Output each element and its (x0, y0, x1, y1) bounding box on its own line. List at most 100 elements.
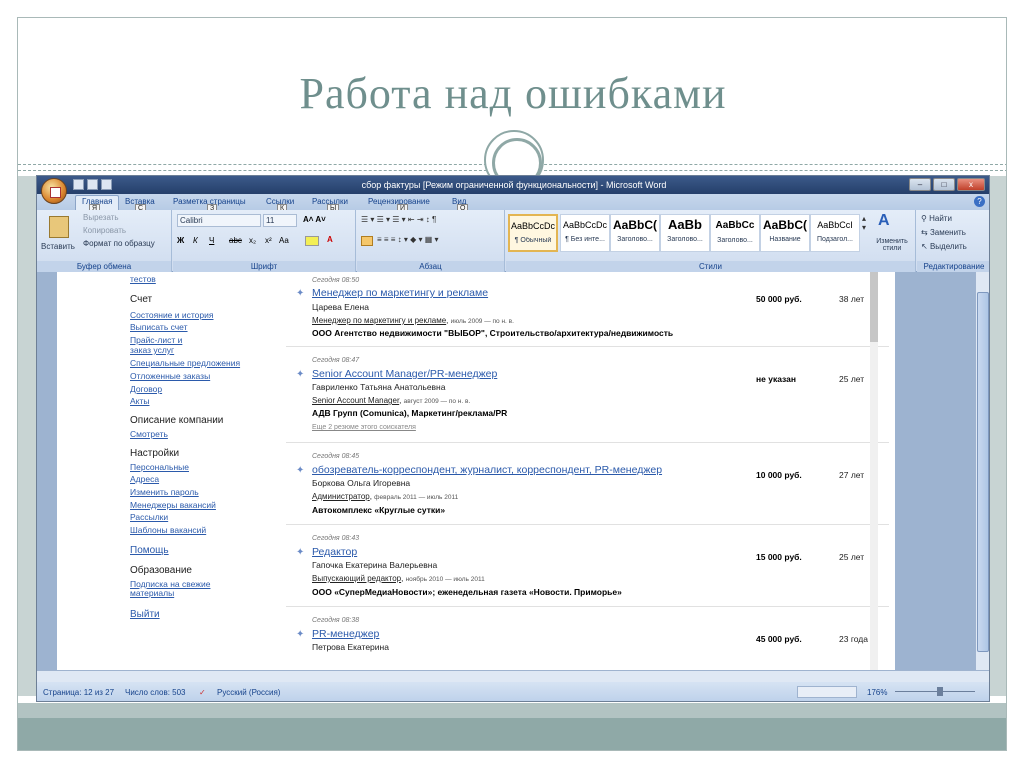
nav-link-offers[interactable]: Специальные предложения (130, 358, 240, 368)
font-name-select[interactable]: Calibri (177, 214, 261, 227)
zoom-level[interactable]: 176% (867, 688, 887, 697)
nav-link-templates[interactable]: Шаблоны вакансий (130, 525, 206, 535)
change-styles-icon[interactable]: A (878, 212, 890, 230)
title-bar: сбор фактуры [Режим ограниченной функцио… (37, 176, 989, 194)
help-icon[interactable]: ? (974, 196, 985, 207)
undo-icon[interactable] (87, 179, 98, 190)
strikethrough-button[interactable]: abc (229, 236, 242, 245)
nav-link-logout[interactable]: Выйти (130, 609, 160, 620)
redo-icon[interactable] (101, 179, 112, 190)
window-controls: – □ x (909, 178, 985, 191)
minimize-button[interactable]: – (909, 178, 931, 191)
page-scrollbar[interactable] (870, 272, 878, 670)
style-name: ¶ Без инте... (565, 236, 605, 243)
resume-title-link[interactable]: Менеджер по маркетингу и рекламе (312, 287, 488, 299)
star-icon[interactable]: ✦ (296, 369, 304, 380)
star-icon[interactable]: ✦ (296, 629, 304, 640)
last-position: Выпускающий редактор, ноябрь 2010 — июль… (312, 574, 485, 583)
align-left-icon[interactable] (361, 236, 373, 246)
last-position: Senior Account Manager, август 2009 — по… (312, 396, 471, 405)
nav-link-deferred[interactable]: Отложенные заказы (130, 371, 210, 381)
word-count[interactable]: Число слов: 503 (125, 688, 185, 697)
cut-button[interactable]: Вырезать (83, 213, 119, 222)
nav-link-help[interactable]: Помощь (130, 545, 169, 556)
nav-link-mailings[interactable]: Рассылки (130, 512, 168, 522)
star-icon[interactable]: ✦ (296, 547, 304, 558)
clipboard-group-label: Буфер обмена (37, 261, 171, 272)
nav-link-invoice[interactable]: Выписать счет (130, 322, 188, 332)
font-size-select[interactable]: 11 (263, 214, 297, 227)
resume-title-link[interactable]: Редактор (312, 546, 357, 558)
style-heading-2[interactable]: AaBb Заголово... (660, 214, 710, 252)
zoom-slider-thumb[interactable] (937, 687, 943, 696)
nav-link-addresses[interactable]: Адреса (130, 474, 159, 484)
save-icon[interactable] (73, 179, 84, 190)
bullets-icon[interactable]: ☰ ▾ ☰ ▾ ☰ ▾ ⇤ ⇥ ↕ ¶ (361, 215, 436, 224)
style-normal[interactable]: AaBbCcDc ¶ Обычный (508, 214, 558, 252)
page-scroll-thumb[interactable] (870, 272, 878, 342)
vertical-scroll-thumb[interactable] (977, 292, 989, 652)
proofing-icon[interactable]: ✓ (199, 688, 206, 697)
align-center-icon[interactable]: ≡ ≡ ≡ ↕ ▾ ◆ ▾ ▦ ▾ (377, 235, 439, 244)
style-heading-1[interactable]: AaBbC(Заголово... (610, 214, 660, 252)
superscript-button[interactable]: x² (265, 236, 272, 245)
style-sample: AaBb (668, 217, 702, 232)
change-case-button[interactable]: Aa (279, 236, 289, 245)
grow-font-icon[interactable]: A˄ A˅ (303, 215, 326, 224)
view-buttons[interactable] (797, 686, 857, 698)
editing-group: ⚲ Найти ⇆ Заменить ↖ Выделить Редактиров… (917, 210, 989, 272)
find-button[interactable]: ⚲ Найти (921, 214, 952, 223)
maximize-button[interactable]: □ (933, 178, 955, 191)
resume-time: Сегодня 08:47 (312, 357, 360, 364)
position-title: Выпускающий редактор (312, 574, 402, 583)
styles-scroll-icon[interactable]: ▴ ▾ (862, 214, 866, 232)
subscript-button[interactable]: x₂ (249, 236, 256, 245)
slide: Работа над ошибками сбор фактуры [Режим … (17, 17, 1007, 751)
replace-button[interactable]: ⇆ Заменить (921, 228, 966, 237)
resume-title-link[interactable]: обозреватель-корреспондент, журналист, к… (312, 464, 662, 476)
nav-link-order[interactable]: заказ услуг (130, 345, 174, 355)
close-button[interactable]: x (957, 178, 985, 191)
salary: не указан (756, 374, 797, 384)
paste-button[interactable]: Вставить (41, 242, 75, 251)
select-button[interactable]: ↖ Выделить (921, 242, 967, 251)
highlight-icon[interactable] (305, 236, 319, 246)
nav-link-contract[interactable]: Договор (130, 384, 162, 394)
horizontal-scrollbar[interactable] (37, 670, 989, 682)
zoom-slider[interactable] (895, 691, 975, 692)
resume-title-link[interactable]: PR-менеджер (312, 628, 379, 640)
underline-button[interactable]: Ч (209, 236, 214, 245)
font-color-icon[interactable]: A (327, 235, 333, 244)
list-item: Сегодня 08:47 ✦ Senior Account Manager/P… (286, 348, 889, 443)
nav-link-personal[interactable]: Персональные (130, 462, 189, 472)
nav-link-status[interactable]: Состояние и история (130, 310, 214, 320)
nav-link-password[interactable]: Изменить пароль (130, 487, 199, 497)
style-heading-3[interactable]: AaBbCc Заголово... (710, 214, 760, 252)
document-page[interactable]: тестов Счет Состояние и история Выписать… (57, 272, 895, 670)
nav-link-tests[interactable]: тестов (130, 274, 156, 284)
change-styles-button[interactable]: Изменить стили (870, 238, 914, 252)
paste-icon[interactable] (49, 216, 69, 238)
nav-link-managers[interactable]: Менеджеры вакансий (130, 500, 216, 510)
style-no-spacing[interactable]: AaBbCcDc ¶ Без инте... (560, 214, 610, 252)
star-icon[interactable]: ✦ (296, 288, 304, 299)
resume-title-link[interactable]: Senior Account Manager/PR-менеджер (312, 368, 497, 380)
copy-button[interactable]: Копировать (83, 226, 126, 235)
vertical-scrollbar[interactable] (975, 272, 989, 670)
nav-link-acts[interactable]: Акты (130, 396, 150, 406)
font-group-label: Шрифт (173, 261, 355, 272)
style-title[interactable]: AaBbC(Название (760, 214, 810, 252)
nav-link-pricelist[interactable]: Прайс-лист и (130, 335, 182, 345)
nav-link-materials[interactable]: материалы (130, 588, 174, 598)
nav-link-view[interactable]: Смотреть (130, 429, 168, 439)
star-icon[interactable]: ✦ (296, 465, 304, 476)
bold-button[interactable]: Ж (177, 236, 184, 245)
italic-button[interactable]: К (193, 236, 198, 245)
style-subtitle[interactable]: AaBbCcI Подзагол... (810, 214, 860, 252)
page-counter[interactable]: Страница: 12 из 27 (43, 688, 114, 697)
office-button[interactable] (41, 178, 67, 204)
format-painter-button[interactable]: Формат по образцу (83, 239, 155, 248)
language[interactable]: Русский (Россия) (217, 688, 280, 697)
more-resumes-link[interactable]: Еще 2 резюме этого соискателя (312, 424, 416, 431)
company-name: ООО «СуперМедиаНовости»; еженедельная га… (312, 587, 622, 597)
